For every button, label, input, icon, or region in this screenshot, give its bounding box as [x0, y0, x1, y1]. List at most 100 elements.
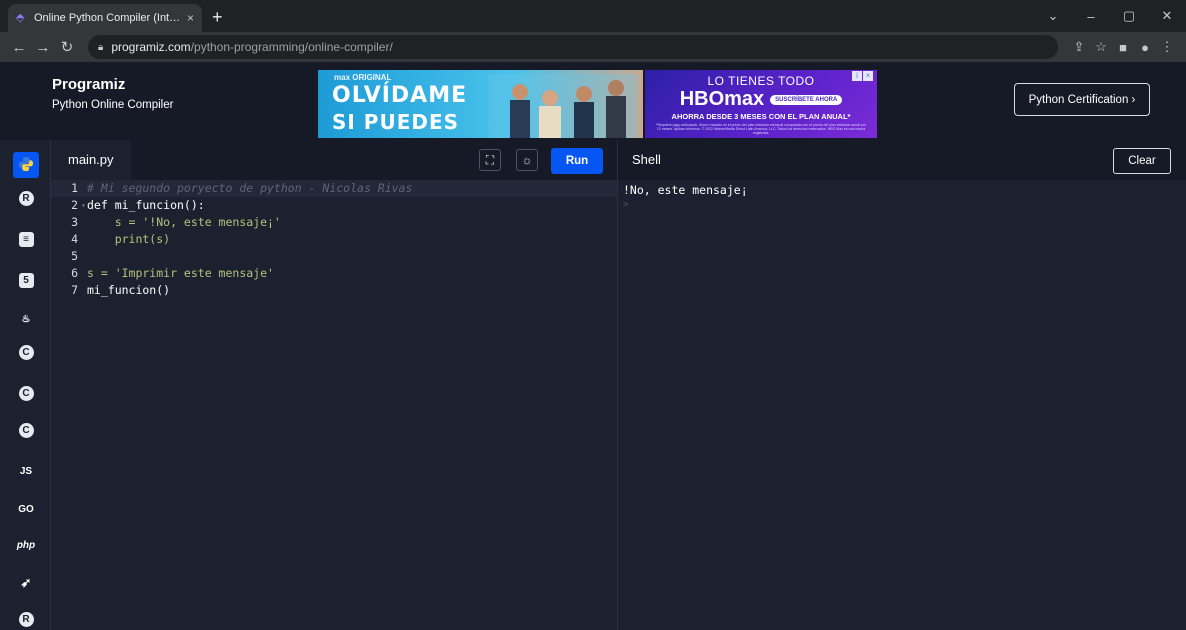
run-button[interactable]: Run — [551, 148, 603, 174]
close-window-icon[interactable]: ✕ — [1148, 8, 1186, 24]
browser-tab-strip: ⬘ Online Python Compiler (Interpre × + ⌄… — [0, 0, 1186, 32]
code-text: print(s) — [87, 232, 171, 246]
fullscreen-icon[interactable]: ⛶ — [479, 149, 501, 171]
ad2-headline: LO TIENES TODO — [707, 74, 815, 88]
programiz-favicon-icon: ⬘ — [16, 12, 25, 24]
sidebar-item-csharp[interactable]: C — [15, 419, 37, 441]
sidebar-item-java[interactable]: ♨ — [15, 308, 37, 330]
code-line[interactable]: 4 print(s) — [51, 231, 617, 248]
ad-title-line2: SI PUEDES — [332, 110, 460, 134]
sidebar-item-cpp[interactable]: C — [15, 382, 37, 404]
code-text: mi_funcion() — [87, 283, 171, 297]
address-toolbar: ← → ↻ 🔒︎ programiz.com /python-programmi… — [0, 32, 1186, 62]
line-number: 2 — [71, 198, 78, 212]
java-icon: ♨ — [21, 313, 31, 325]
code-text: s = '!No, este mensaje¡' — [87, 215, 281, 229]
new-tab-icon[interactable]: + — [212, 4, 223, 32]
code-text: s = 'Imprimir este mensaje' — [87, 266, 274, 280]
forward-icon[interactable]: → — [32, 39, 54, 56]
ad-banner-left[interactable]: max ORIGINAL OLVÍDAME SI PUEDES — [318, 70, 643, 138]
menu-kebab-icon[interactable]: ⋮ — [1156, 39, 1178, 55]
ad-title-line1: OLVÍDAME — [332, 83, 468, 108]
cpp-icon: C — [18, 385, 34, 401]
line-number: 4 — [71, 232, 78, 246]
ad2-offer: AHORRA DESDE 3 MESES CON EL PLAN ANUAL* — [671, 112, 851, 121]
shell-output-line: !No, este mensaje¡ — [623, 183, 748, 197]
bookmark-star-icon[interactable]: ☆ — [1090, 39, 1112, 55]
code-text: def mi_funcion(): — [87, 198, 205, 212]
sidebar-item-c[interactable]: C — [15, 341, 37, 363]
code-line[interactable]: 2 ▾ def mi_funcion(): — [51, 197, 617, 214]
browser-tab[interactable]: ⬘ Online Python Compiler (Interpre × — [8, 4, 202, 32]
ad-info-icon[interactable]: i — [852, 71, 862, 81]
compiler-workspace: R ≡ 5 ♨ C C C JS GO php ➶ R main.py ⛶ ☼ … — [0, 140, 1186, 630]
ad-people-image — [488, 74, 638, 138]
sidebar-item-r[interactable]: R — [15, 187, 37, 209]
rust-icon: R — [18, 611, 34, 627]
code-line[interactable]: 1 # Mi segundo poryecto de python - Nico… — [51, 180, 617, 197]
ad-close-icon[interactable]: × — [863, 71, 873, 81]
code-area[interactable]: 1 # Mi segundo poryecto de python - Nico… — [51, 180, 617, 299]
line-number: 7 — [71, 283, 78, 297]
code-editor-panel: main.py ⛶ ☼ Run 1 # Mi segundo poryecto … — [51, 140, 618, 630]
shell-output[interactable]: !No, este mensaje¡ > — [623, 183, 748, 210]
url-host: programiz.com — [111, 40, 191, 54]
code-line[interactable]: 5 — [51, 248, 617, 265]
close-tab-icon[interactable]: × — [187, 11, 194, 25]
html5-icon: 5 — [18, 272, 34, 288]
ad-tag: max ORIGINAL — [334, 73, 392, 82]
profile-avatar-icon[interactable]: ● — [1134, 40, 1156, 55]
site-header: Programiz Python Online Compiler max ORI… — [0, 62, 1186, 140]
url-bar[interactable]: 🔒︎ programiz.com /python-programming/onl… — [88, 35, 1058, 59]
code-line[interactable]: 6 s = 'Imprimir este mensaje' — [51, 265, 617, 282]
code-line[interactable]: 7 mi_funcion() — [51, 282, 617, 299]
reload-icon[interactable]: ↻ — [56, 38, 78, 56]
sidebar-item-go[interactable]: GO — [15, 498, 37, 520]
ad2-fine-print: *Requiere pago anticipado. Ahorro basado… — [656, 123, 866, 135]
back-icon[interactable]: ← — [8, 39, 30, 56]
code-line[interactable]: 3 s = '!No, este mensaje¡' — [51, 214, 617, 231]
ad-banner-right[interactable]: i × LO TIENES TODO HBOmax SUSCRÍBETE AHO… — [645, 70, 877, 138]
editor-toolbar: main.py ⛶ ☼ Run — [51, 140, 617, 180]
shell-panel: Shell Clear !No, este mensaje¡ > — [618, 140, 1186, 630]
sidebar-item-rust[interactable]: R — [15, 608, 37, 630]
window-controls: ⌄ – ▢ ✕ — [1034, 0, 1186, 32]
line-number: 1 — [71, 181, 78, 195]
clear-button[interactable]: Clear — [1113, 148, 1171, 174]
code-text: # Mi segundo poryecto de python - Nicola… — [87, 181, 413, 195]
sidepanel-icon[interactable]: ■ — [1112, 40, 1134, 55]
python-icon — [18, 156, 34, 175]
sidebar-item-php[interactable]: php — [15, 534, 37, 556]
python-certification-button[interactable]: Python Certification › — [1014, 83, 1150, 116]
tab-search-icon[interactable]: ⌄ — [1034, 8, 1072, 24]
brand-name: Programiz — [52, 76, 126, 93]
share-icon[interactable]: ⇪ — [1068, 39, 1090, 55]
line-number: 5 — [71, 249, 78, 263]
sidebar-item-python[interactable] — [13, 152, 39, 178]
maximize-icon[interactable]: ▢ — [1110, 8, 1148, 24]
shell-title: Shell — [632, 152, 661, 167]
sidebar-item-html[interactable]: 5 — [15, 269, 37, 291]
language-sidebar: R ≡ 5 ♨ C C C JS GO php ➶ R — [0, 140, 51, 630]
sidebar-item-sql[interactable]: ≡ — [15, 228, 37, 250]
database-icon: ≡ — [18, 231, 34, 247]
swift-icon: ➶ — [20, 575, 32, 590]
r-icon: R — [18, 190, 34, 206]
php-icon: php — [16, 539, 36, 551]
sidebar-item-javascript[interactable]: JS — [15, 460, 37, 482]
lock-icon[interactable]: 🔒︎ — [98, 42, 103, 53]
go-icon: GO — [18, 503, 34, 515]
theme-toggle-icon[interactable]: ☼ — [516, 149, 538, 171]
minimize-icon[interactable]: – — [1072, 9, 1110, 24]
programiz-logo[interactable]: Programiz Python Online Compiler — [52, 76, 173, 111]
line-number: 6 — [71, 266, 78, 280]
shell-toolbar: Shell Clear — [618, 140, 1186, 180]
file-tab-main-py[interactable]: main.py — [51, 140, 131, 180]
javascript-icon: JS — [19, 465, 33, 477]
sidebar-item-swift[interactable]: ➶ — [15, 572, 37, 594]
subscribe-pill: SUSCRÍBETE AHORA — [770, 94, 843, 105]
shell-prompt[interactable]: > — [623, 200, 748, 210]
csharp-icon: C — [18, 422, 34, 438]
url-path: /python-programming/online-compiler/ — [190, 40, 393, 54]
